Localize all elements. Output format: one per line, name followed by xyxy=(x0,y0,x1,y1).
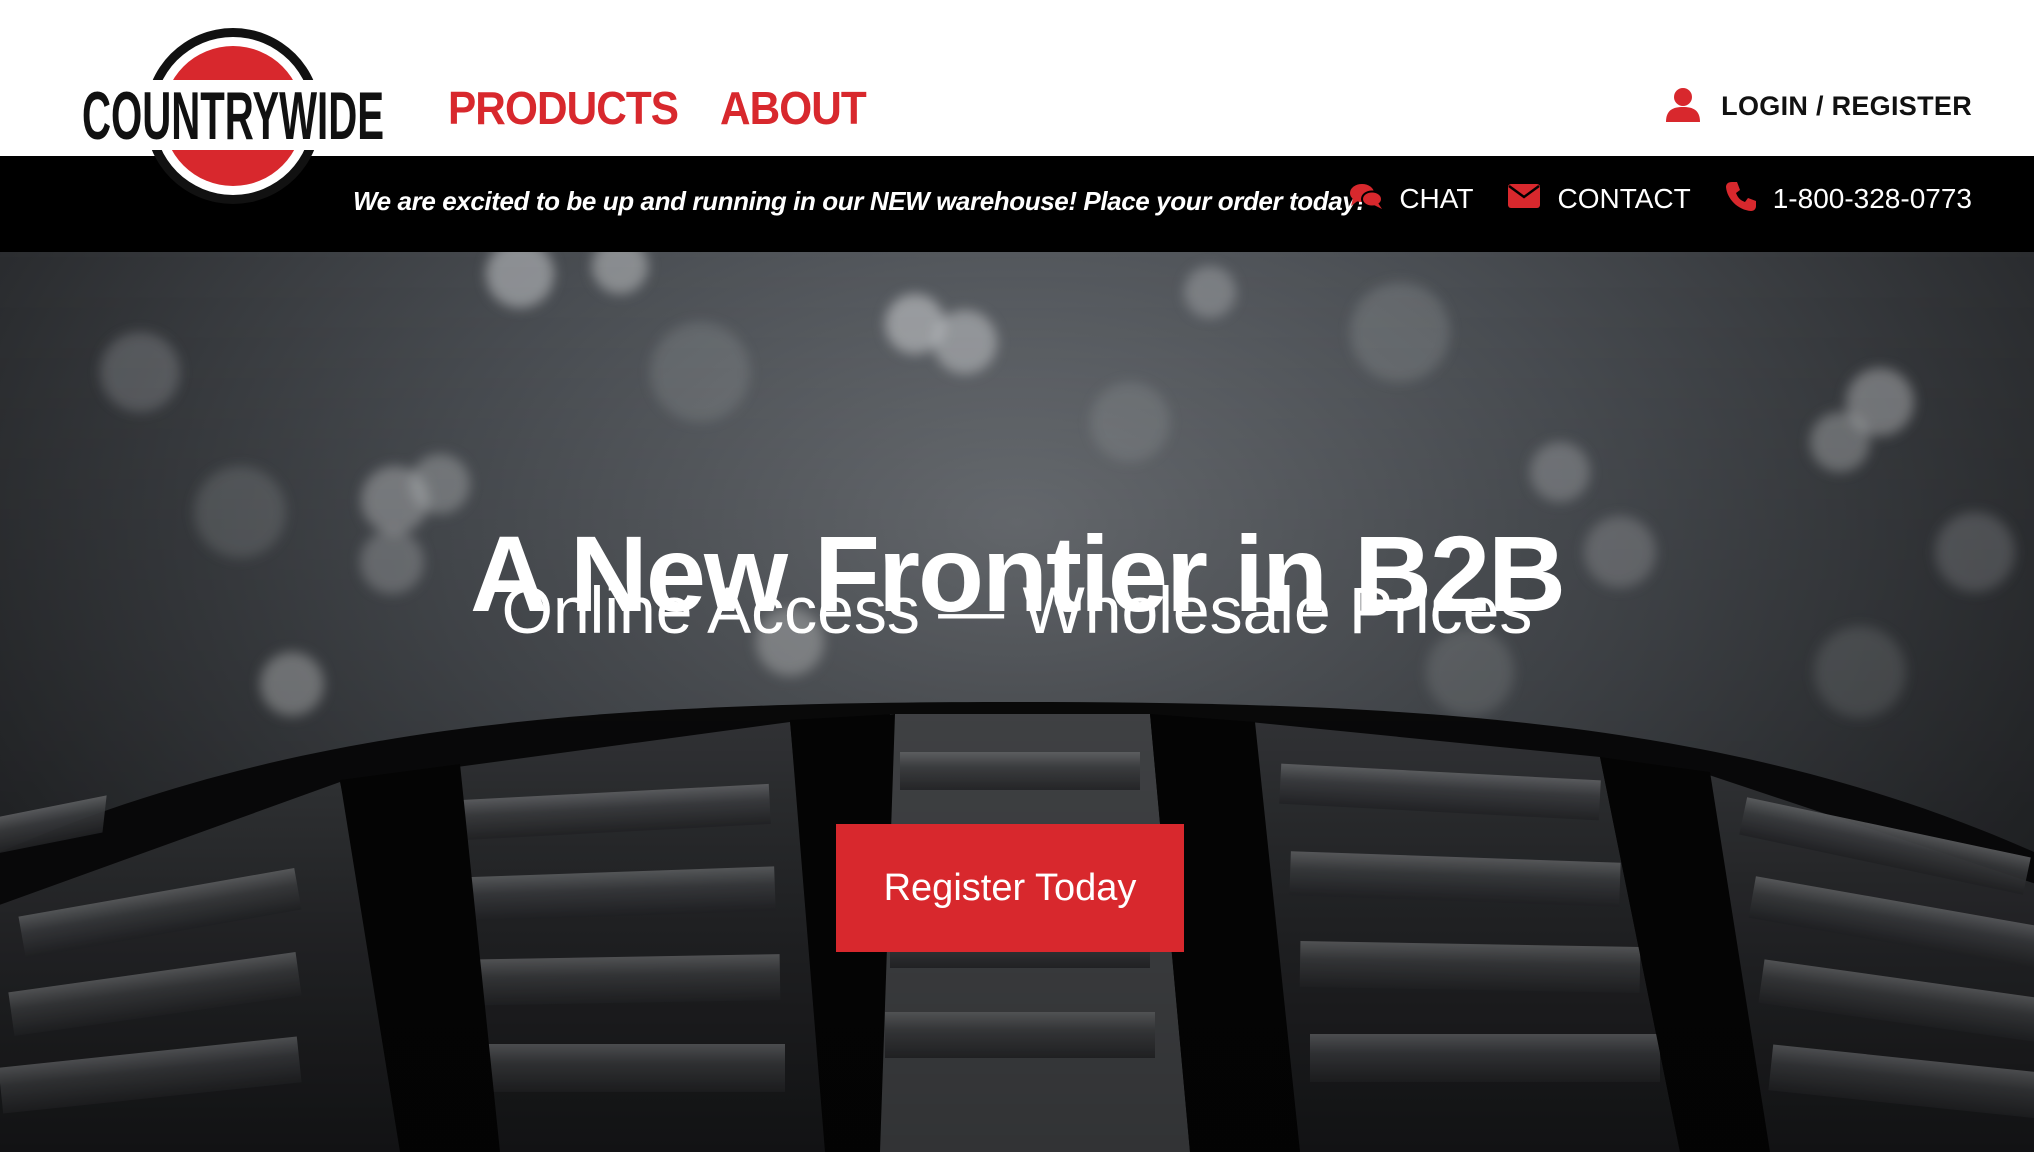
phone-link[interactable]: 1-800-328-0773 xyxy=(1725,180,1972,217)
phone-icon xyxy=(1725,180,1757,217)
register-today-button[interactable]: Register Today xyxy=(836,824,1184,952)
hero-section: A New Frontier in B2B Online Access — Wh… xyxy=(0,252,2034,1152)
nav-products[interactable]: PRODUCTS xyxy=(448,80,679,136)
contact-label: CONTACT xyxy=(1557,182,1691,214)
tire-tread-background-image xyxy=(0,252,2034,1152)
hero-subtitle: Online Access — Wholesale Prices xyxy=(501,573,1533,647)
contact-links: CHAT CONTACT 1-800-328-0773 xyxy=(1349,180,1972,217)
nav-about[interactable]: ABOUT xyxy=(720,80,867,136)
main-nav: PRODUCTS ABOUT xyxy=(448,80,879,136)
countrywide-logo[interactable]: COUNTRYWIDE xyxy=(78,26,388,206)
contact-link[interactable]: CONTACT xyxy=(1507,182,1691,215)
site-header: COUNTRYWIDE PRODUCTS ABOUT LOGIN / REGIS… xyxy=(0,0,2034,204)
chat-label: CHAT xyxy=(1399,182,1474,214)
announcement-text: We are excited to be up and running in o… xyxy=(353,186,1365,216)
logo-text: COUNTRYWIDE xyxy=(82,78,384,154)
envelope-icon xyxy=(1507,183,1541,214)
user-icon xyxy=(1665,86,1701,127)
phone-number: 1-800-328-0773 xyxy=(1772,182,1972,214)
login-register-label: LOGIN / REGISTER xyxy=(1721,91,1972,121)
page: COUNTRYWIDE PRODUCTS ABOUT LOGIN / REGIS… xyxy=(0,0,2034,1152)
chat-icon xyxy=(1349,182,1384,215)
chat-link[interactable]: CHAT xyxy=(1349,182,1473,215)
login-register-link[interactable]: LOGIN / REGISTER xyxy=(1665,86,1972,127)
